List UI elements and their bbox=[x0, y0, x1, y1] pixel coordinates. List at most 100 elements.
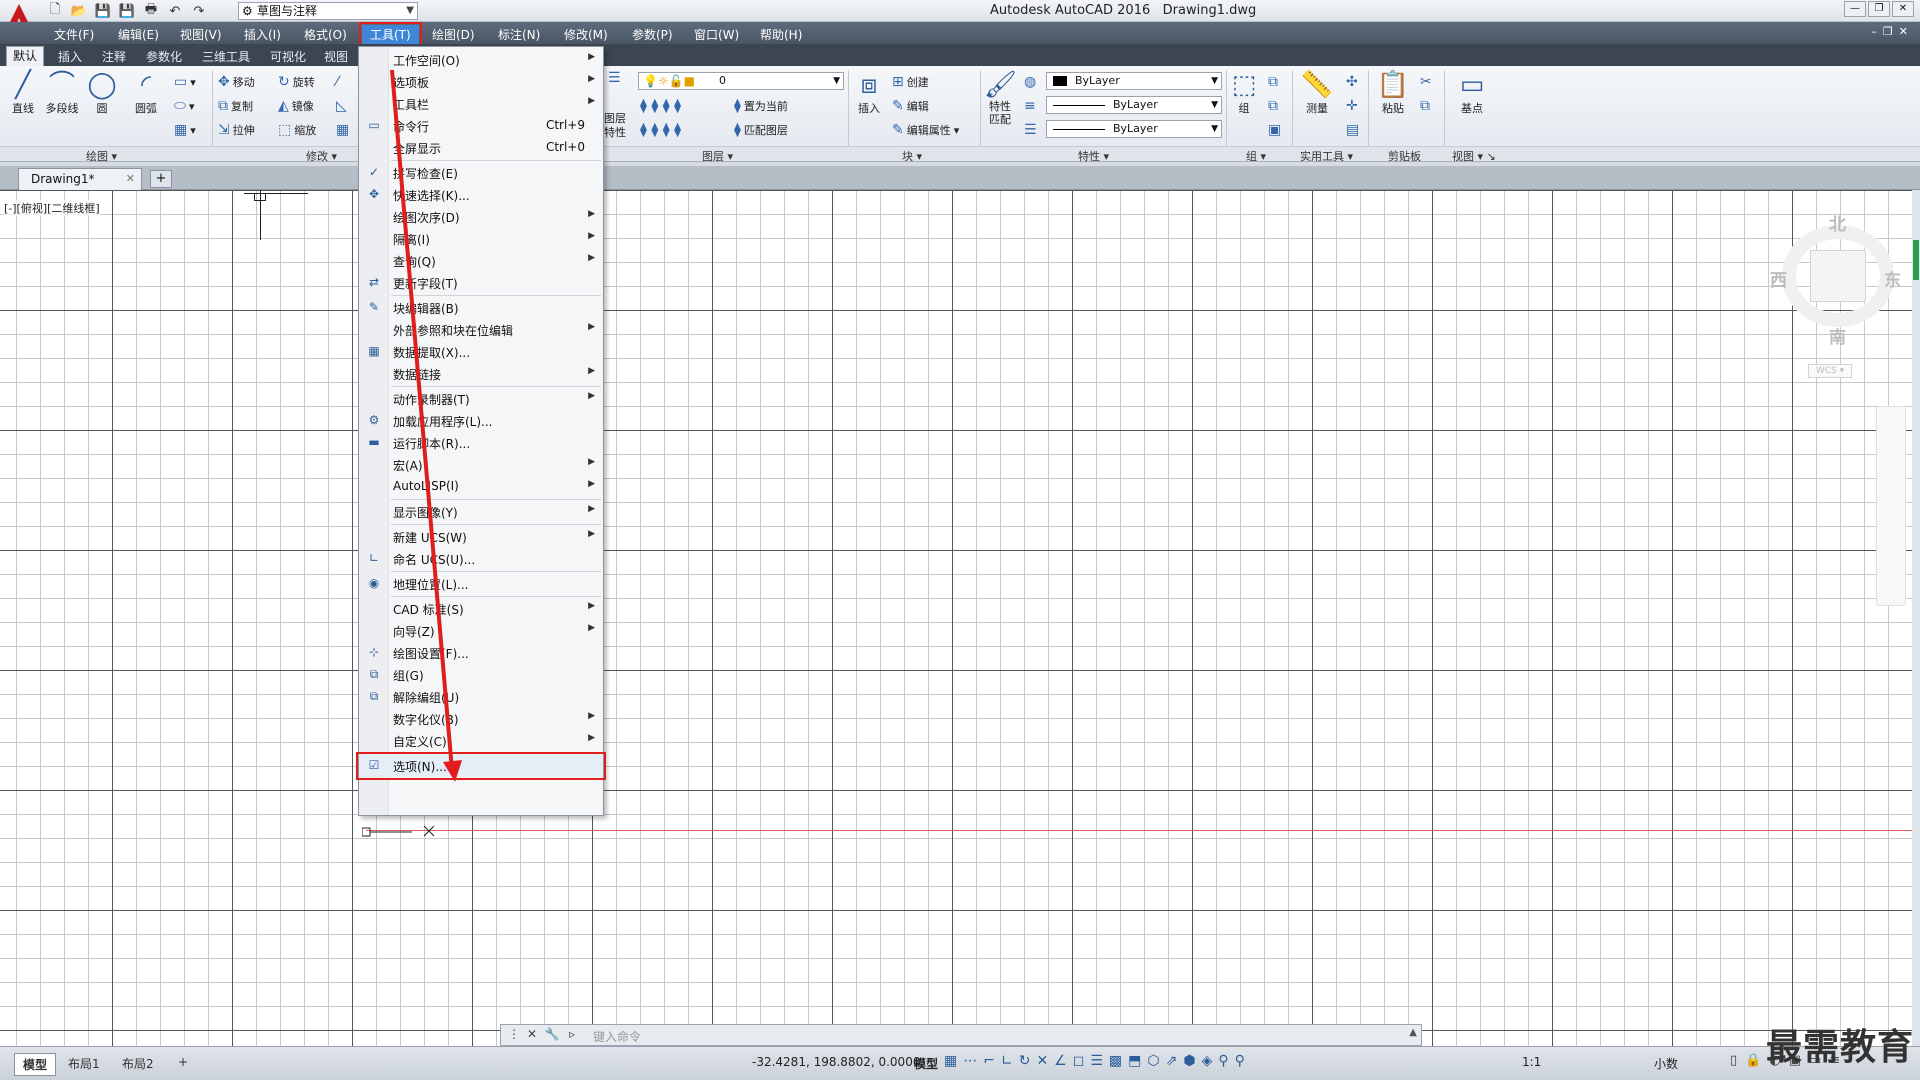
new-file-icon[interactable]: 🗋 bbox=[46, 2, 64, 20]
snap-tracking-icon[interactable]: ◻ bbox=[1073, 1053, 1085, 1069]
workspace-select[interactable]: ⚙ 草图与注释 ▼ bbox=[238, 2, 418, 20]
rotate-button[interactable]: ↻ 旋转 bbox=[278, 74, 315, 90]
tools-menu-item[interactable]: CAD 标准(S) ▶ bbox=[359, 598, 603, 620]
isometric-icon[interactable]: ✕ bbox=[1036, 1053, 1048, 1069]
line-button[interactable]: ╱ 直线 bbox=[6, 70, 40, 116]
trim-button[interactable]: ⁄ bbox=[336, 74, 338, 90]
wrench-icon[interactable]: 🔧 bbox=[543, 1027, 561, 1043]
print-icon[interactable]: 🖶 bbox=[142, 2, 160, 20]
layer-tools-row2[interactable]: ⧫ ⧫ ⧫ ⧫ bbox=[640, 122, 681, 138]
copy-button[interactable]: ⧉ 复制 bbox=[218, 98, 253, 114]
tools-menu-item[interactable]: 外部参照和块在位编辑 ▶ bbox=[359, 319, 603, 341]
chevron-up-icon[interactable]: ▲ bbox=[1409, 1027, 1417, 1038]
prompt-icon[interactable]: ▹ bbox=[563, 1027, 581, 1043]
tab-insert[interactable]: 插入 bbox=[52, 48, 88, 65]
tab-annotate[interactable]: 注释 bbox=[96, 48, 132, 65]
command-input[interactable]: 键入命令 bbox=[593, 1028, 641, 1045]
match-props-button[interactable]: 🖌 特性匹配 bbox=[984, 70, 1017, 126]
redo-icon[interactable]: ↷ bbox=[190, 2, 208, 20]
panel-label-draw[interactable]: 绘图 ▾ bbox=[86, 148, 117, 164]
tab-default[interactable]: 默认 bbox=[6, 46, 45, 66]
quick-props-icon[interactable]: ▯ bbox=[1730, 1053, 1737, 1068]
rectangle-button[interactable]: ▭ ▾ bbox=[174, 74, 196, 90]
close-icon[interactable]: ✕ bbox=[523, 1027, 541, 1043]
make-current-button[interactable]: ⧫ 置为当前 bbox=[734, 98, 788, 114]
dynamic-ucs-icon[interactable]: ⇗ bbox=[1166, 1053, 1178, 1069]
panel-label-utilities[interactable]: 实用工具 ▾ bbox=[1300, 148, 1353, 164]
tools-menu-item[interactable]: 动作录制器(T) ▶ bbox=[359, 388, 603, 410]
model-space-toggle[interactable]: 模型 bbox=[914, 1055, 938, 1072]
cut-button[interactable]: ✂ bbox=[1420, 74, 1432, 90]
viewcube-top-face[interactable] bbox=[1810, 250, 1866, 302]
tools-menu-item[interactable]: 绘图次序(D) ▶ bbox=[359, 206, 603, 228]
close-button[interactable]: ✕ bbox=[1892, 1, 1914, 17]
layout-tab-model[interactable]: 模型 bbox=[14, 1053, 57, 1076]
annotation-scale[interactable]: 1:1 bbox=[1522, 1055, 1541, 1069]
tools-menu-item[interactable]: ⧉ 组(G) bbox=[359, 664, 603, 686]
menu-parametric[interactable]: 参数(P) bbox=[624, 25, 681, 44]
3d-osnap-icon[interactable]: ⬡ bbox=[1147, 1053, 1159, 1069]
menu-edit[interactable]: 编辑(E) bbox=[110, 25, 167, 44]
paste-button[interactable]: 📋 粘贴 bbox=[1376, 70, 1410, 116]
drawing-canvas[interactable] bbox=[0, 190, 1912, 1046]
tab-visualize[interactable]: 可视化 bbox=[264, 48, 312, 65]
menu-help[interactable]: 帮助(H) bbox=[752, 25, 810, 44]
group-button[interactable]: ⬚ 组 bbox=[1230, 70, 1258, 116]
create-block-button[interactable]: ⊞ 创建 bbox=[892, 74, 929, 90]
layer-select[interactable]: 💡☼🔓■ 0 ▼ bbox=[638, 72, 844, 90]
color-select[interactable]: ByLayer ▼ bbox=[1046, 72, 1222, 90]
copy-clip-button[interactable]: ⧉ bbox=[1420, 98, 1430, 114]
viewcube[interactable]: 北 南 东 西 bbox=[1760, 205, 1901, 380]
tools-menu-item[interactable]: 工作空间(O) ▶ bbox=[359, 49, 603, 71]
measure-button[interactable]: 📏 测量 bbox=[1300, 70, 1334, 116]
new-tab-button[interactable]: + bbox=[150, 170, 172, 188]
add-layout-button[interactable]: + bbox=[170, 1053, 196, 1071]
panel-label-clipboard[interactable]: 剪贴板 bbox=[1388, 148, 1421, 164]
compass-north[interactable]: 北 bbox=[1829, 210, 1846, 235]
tools-menu-item[interactable]: 查询(Q) ▶ bbox=[359, 250, 603, 272]
tools-menu-item[interactable]: ☑ 选项(N)... bbox=[356, 752, 606, 780]
menu-tools[interactable]: 工具(T) bbox=[359, 22, 422, 47]
panel-label-block[interactable]: 块 ▾ bbox=[902, 148, 922, 164]
tools-menu-item[interactable]: 宏(A) ▶ bbox=[359, 454, 603, 476]
doc-window-controls[interactable]: –❐✕ bbox=[1871, 25, 1914, 38]
tools-menu-item[interactable]: ∟ 命名 UCS(U)... bbox=[359, 548, 603, 570]
util-tool-2[interactable]: ✛ bbox=[1346, 98, 1358, 114]
save-as-icon[interactable]: 💾 bbox=[118, 2, 136, 20]
util-tool-1[interactable]: ✣ bbox=[1346, 74, 1358, 90]
menu-dimension[interactable]: 标注(N) bbox=[490, 25, 548, 44]
tools-menu-item[interactable]: 向导(Z) ▶ bbox=[359, 620, 603, 642]
color-wheel-button[interactable]: ◍ bbox=[1024, 74, 1036, 90]
menu-insert[interactable]: 插入(I) bbox=[236, 25, 289, 44]
layer-tools-row1[interactable]: ⧫ ⧫ ⧫ ⧫ bbox=[640, 98, 681, 114]
tools-menu-item[interactable]: ◉ 地理位置(L)... bbox=[359, 573, 603, 595]
menu-draw[interactable]: 绘图(D) bbox=[424, 25, 483, 44]
wcs-menu[interactable]: WCS ▾ bbox=[1808, 364, 1852, 378]
snap-icon[interactable]: ⋯ bbox=[963, 1053, 977, 1069]
match-layer-button[interactable]: ⧫ 匹配图层 bbox=[734, 122, 788, 138]
navigation-bar[interactable] bbox=[1876, 406, 1906, 606]
tools-menu-item[interactable]: 全屏显示 Ctrl+0 bbox=[359, 137, 603, 159]
menu-format[interactable]: 格式(O) bbox=[296, 25, 355, 44]
layer-props-button[interactable]: ☰ bbox=[608, 70, 621, 86]
scale-button[interactable]: ⬚ 缩放 bbox=[278, 122, 316, 138]
stretch-button[interactable]: ⇲ 拉伸 bbox=[218, 122, 255, 138]
ortho-icon[interactable]: ∟ bbox=[1001, 1053, 1013, 1069]
grid-icon[interactable]: ▦ bbox=[944, 1053, 957, 1069]
lineweight-button[interactable]: ☰ bbox=[1024, 122, 1037, 138]
layout-tab-2[interactable]: 布局2 bbox=[114, 1053, 162, 1074]
tools-menu-item[interactable]: 显示图像(Y) ▶ bbox=[359, 501, 603, 523]
tools-menu-item[interactable]: ▭ 命令行 Ctrl+9 bbox=[359, 115, 603, 137]
tools-menu-item[interactable]: ✓ 拼写检查(E) bbox=[359, 162, 603, 184]
tools-menu-item[interactable]: ⇄ 更新字段(T) bbox=[359, 272, 603, 294]
infer-icon[interactable]: ⌐ bbox=[983, 1053, 995, 1069]
compass-east[interactable]: 东 bbox=[1884, 266, 1901, 291]
tools-menu-item[interactable]: 自定义(C) ▶ bbox=[359, 730, 603, 752]
selection-filter-icon[interactable]: ⬢ bbox=[1183, 1053, 1195, 1069]
object-snap-icon[interactable]: ∠ bbox=[1054, 1053, 1067, 1069]
tab-3d-tools[interactable]: 三维工具 bbox=[196, 48, 256, 65]
base-point-button[interactable]: ▭ 基点 bbox=[1452, 70, 1492, 116]
array-button[interactable]: ▦ bbox=[336, 122, 349, 138]
annotation-visibility-icon[interactable]: ⚲ bbox=[1218, 1053, 1228, 1069]
tools-menu-item[interactable]: 数据链接 ▶ bbox=[359, 363, 603, 385]
